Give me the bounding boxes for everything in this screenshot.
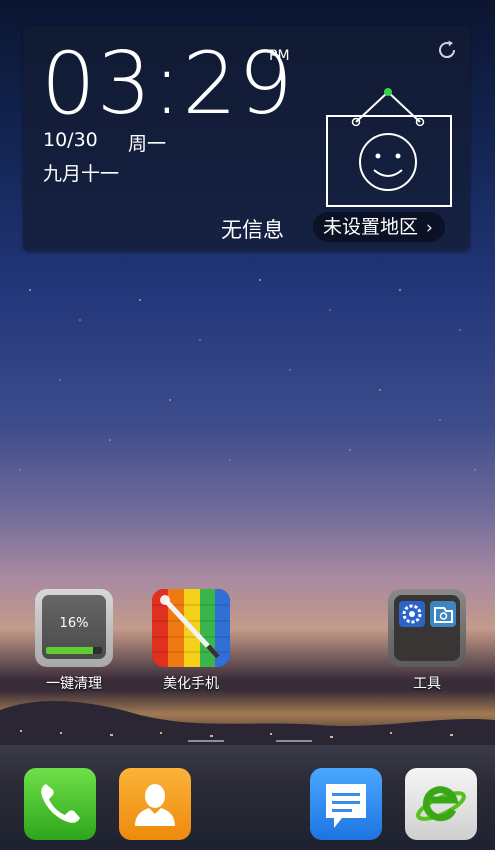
app-beautify-phone[interactable]: 美化手机	[147, 589, 235, 693]
folder-contents	[399, 601, 456, 627]
region-label: 未设置地区	[323, 216, 419, 238]
folder-icon	[388, 589, 466, 667]
message-icon	[326, 784, 366, 828]
contacts-app-button[interactable]	[119, 768, 191, 840]
app-label: 美化手机	[163, 676, 219, 692]
clock-weather-widget[interactable]: 03:29 PM 10/30 周一 九月十一 无信息 未设置地区 ›	[23, 26, 470, 251]
contacts-icon	[135, 784, 175, 826]
color-palette-icon	[152, 589, 230, 667]
folder-tools[interactable]: 工具	[383, 589, 471, 693]
chevron-right-icon: ›	[426, 218, 433, 238]
refresh-icon[interactable]	[435, 38, 459, 62]
app-one-key-clean[interactable]: 16% 一键清理	[30, 589, 118, 693]
browser-app-button[interactable]	[405, 768, 477, 840]
cleaner-widget-icon: 16%	[35, 589, 113, 667]
app-label: 一键清理	[46, 676, 102, 692]
page-indicator	[188, 740, 312, 742]
memory-percent: 16%	[59, 616, 89, 631]
region-button[interactable]: 未设置地区 ›	[313, 212, 445, 242]
palette-grid	[152, 589, 230, 667]
clock-date: 10/30	[43, 129, 98, 151]
app-label: 工具	[413, 676, 441, 692]
browser-e-icon	[416, 786, 466, 822]
messages-app-button[interactable]	[310, 768, 382, 840]
clock-time: 03:29	[41, 34, 294, 134]
weather-status: 无信息	[221, 218, 284, 242]
lunar-date: 九月十一	[43, 163, 120, 185]
smiley-sign-icon	[326, 88, 452, 207]
clock-weekday: 周一	[128, 133, 167, 155]
phone-app-button[interactable]	[24, 768, 96, 840]
phone-icon	[41, 784, 80, 823]
memory-bar-fill	[46, 647, 94, 654]
clock-ampm: PM	[269, 48, 290, 64]
memory-bar	[46, 647, 102, 654]
